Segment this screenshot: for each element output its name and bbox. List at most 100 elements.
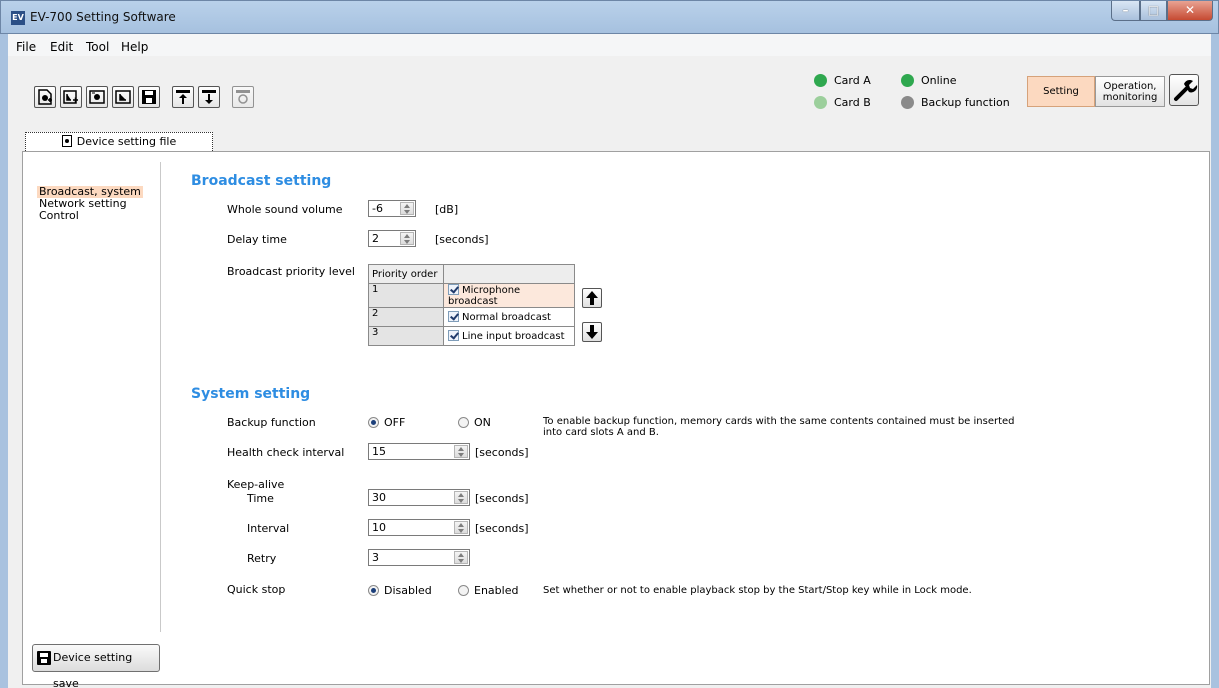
- settings-panel: Broadcast, system Network setting Contro…: [22, 151, 1210, 688]
- device-setting-save-button[interactable]: Device setting save: [32, 644, 160, 688]
- delay-value: 2: [372, 232, 379, 245]
- new-file-button[interactable]: [34, 86, 56, 108]
- backup-note-line2: into card slots A and B.: [543, 427, 659, 438]
- download-icon: [202, 90, 216, 104]
- priority-table: Priority order 1 Microphone broadcast 2 …: [368, 264, 575, 346]
- table-row[interactable]: 1 Microphone broadcast: [368, 283, 575, 308]
- arrow-up-icon: [586, 291, 598, 305]
- new-program-icon: [63, 90, 78, 104]
- volume-value: -6: [372, 202, 383, 215]
- client-area: File Edit Tool Help Card A Card B Online…: [8, 34, 1211, 688]
- table-row[interactable]: 2 Normal broadcast: [368, 307, 575, 327]
- close-button[interactable]: ✕: [1167, 1, 1213, 21]
- health-check-value: 15: [372, 445, 386, 458]
- open-program-icon: [115, 90, 131, 104]
- setting-mode-button[interactable]: Setting: [1027, 76, 1095, 107]
- new-program-button[interactable]: [60, 86, 82, 108]
- reset-button[interactable]: [232, 86, 254, 108]
- priority-item[interactable]: Line input broadcast: [443, 326, 575, 346]
- keep-alive-time-spinner[interactable]: 30: [368, 489, 470, 506]
- health-check-label: Health check interval: [227, 446, 345, 459]
- backup-off-label[interactable]: OFF: [384, 416, 405, 429]
- volume-unit: [dB]: [435, 203, 459, 216]
- spinner-arrows-icon[interactable]: [400, 232, 414, 245]
- upload-icon: [176, 90, 190, 104]
- quick-stop-enabled-radio[interactable]: [458, 585, 469, 596]
- delay-unit: [seconds]: [435, 233, 489, 246]
- priority-number: 3: [368, 326, 444, 346]
- operation-label-line1: Operation,: [1103, 81, 1157, 92]
- quick-stop-enabled-label[interactable]: Enabled: [474, 584, 518, 597]
- health-check-unit: [seconds]: [475, 446, 529, 459]
- priority-item[interactable]: Normal broadcast: [443, 307, 575, 327]
- checkbox[interactable]: [448, 284, 459, 295]
- maximize-button[interactable]: □: [1140, 1, 1167, 21]
- nav-item-control[interactable]: Control: [39, 210, 79, 222]
- document-icon: [61, 135, 72, 147]
- floppy-icon: [37, 651, 51, 665]
- keep-alive-time-unit: [seconds]: [475, 492, 529, 505]
- window-title: EV-700 Setting Software: [30, 10, 176, 24]
- window-frame-left: [0, 34, 8, 688]
- checkbox[interactable]: [448, 311, 459, 322]
- keep-alive-retry-spinner[interactable]: 3: [368, 549, 470, 566]
- priority-order-header: Priority order: [368, 264, 444, 284]
- save-file-button[interactable]: [138, 86, 160, 108]
- move-up-button[interactable]: [582, 288, 602, 308]
- floppy-icon: [142, 90, 156, 104]
- table-row[interactable]: 3 Line input broadcast: [368, 326, 575, 346]
- tab-label: Device setting file: [76, 135, 177, 148]
- priority-number: 1: [368, 283, 444, 308]
- backup-note-line1: To enable backup function, memory cards …: [543, 416, 1015, 427]
- online-status-icon: [901, 74, 914, 87]
- app-icon: EV: [11, 11, 25, 25]
- open-file-icon: [89, 90, 105, 104]
- spinner-arrows-icon[interactable]: [454, 491, 468, 504]
- spinner-arrows-icon[interactable]: [454, 445, 468, 458]
- menu-help[interactable]: Help: [121, 40, 148, 54]
- broadcast-setting-heading: Broadcast setting: [191, 173, 332, 189]
- open-file-button[interactable]: [86, 86, 108, 108]
- quick-stop-disabled-radio[interactable]: [368, 585, 379, 596]
- upload-button[interactable]: [172, 86, 194, 108]
- backup-on-radio[interactable]: [458, 417, 469, 428]
- maintenance-button[interactable]: [1169, 74, 1199, 106]
- health-check-spinner[interactable]: 15: [368, 443, 470, 460]
- spinner-arrows-icon[interactable]: [454, 551, 468, 564]
- move-down-button[interactable]: [582, 322, 602, 342]
- keep-alive-time-value: 30: [372, 491, 386, 504]
- keep-alive-label: Keep-alive: [227, 478, 285, 491]
- arrow-down-icon: [586, 325, 598, 339]
- keep-alive-interval-spinner[interactable]: 10: [368, 519, 470, 536]
- volume-spinner[interactable]: -6: [368, 200, 416, 217]
- card-a-status-icon: [814, 74, 827, 87]
- operation-mode-button[interactable]: Operation, monitoring: [1095, 76, 1165, 107]
- card-b-status-icon: [814, 96, 827, 109]
- volume-label: Whole sound volume: [227, 203, 343, 216]
- backup-off-radio[interactable]: [368, 417, 379, 428]
- delay-spinner[interactable]: 2: [368, 230, 416, 247]
- spinner-arrows-icon[interactable]: [454, 521, 468, 534]
- backup-status-icon: [901, 96, 914, 109]
- priority-item[interactable]: Microphone broadcast: [443, 283, 575, 308]
- menu-edit[interactable]: Edit: [50, 40, 73, 54]
- minimize-button[interactable]: –: [1111, 1, 1140, 21]
- download-button[interactable]: [198, 86, 220, 108]
- online-label: Online: [921, 74, 957, 87]
- spinner-arrows-icon[interactable]: [400, 202, 414, 215]
- checkbox[interactable]: [448, 330, 459, 341]
- system-setting-heading: System setting: [191, 386, 311, 402]
- backup-status-label: Backup function: [921, 96, 1010, 109]
- open-program-button[interactable]: [112, 86, 134, 108]
- tab-device-setting-file[interactable]: Device setting file: [25, 132, 213, 151]
- delay-label: Delay time: [227, 233, 287, 246]
- keep-alive-interval-value: 10: [372, 521, 386, 534]
- backup-note: To enable backup function, memory cards …: [543, 416, 1015, 438]
- backup-on-label[interactable]: ON: [474, 416, 491, 429]
- window-frame-right: [1211, 34, 1219, 688]
- menu-tool[interactable]: Tool: [86, 40, 109, 54]
- keep-alive-interval-label: Interval: [247, 522, 290, 535]
- menu-file[interactable]: File: [16, 40, 36, 54]
- quick-stop-disabled-label[interactable]: Disabled: [384, 584, 432, 597]
- title-bar[interactable]: EV EV-700 Setting Software – □ ✕: [0, 0, 1219, 34]
